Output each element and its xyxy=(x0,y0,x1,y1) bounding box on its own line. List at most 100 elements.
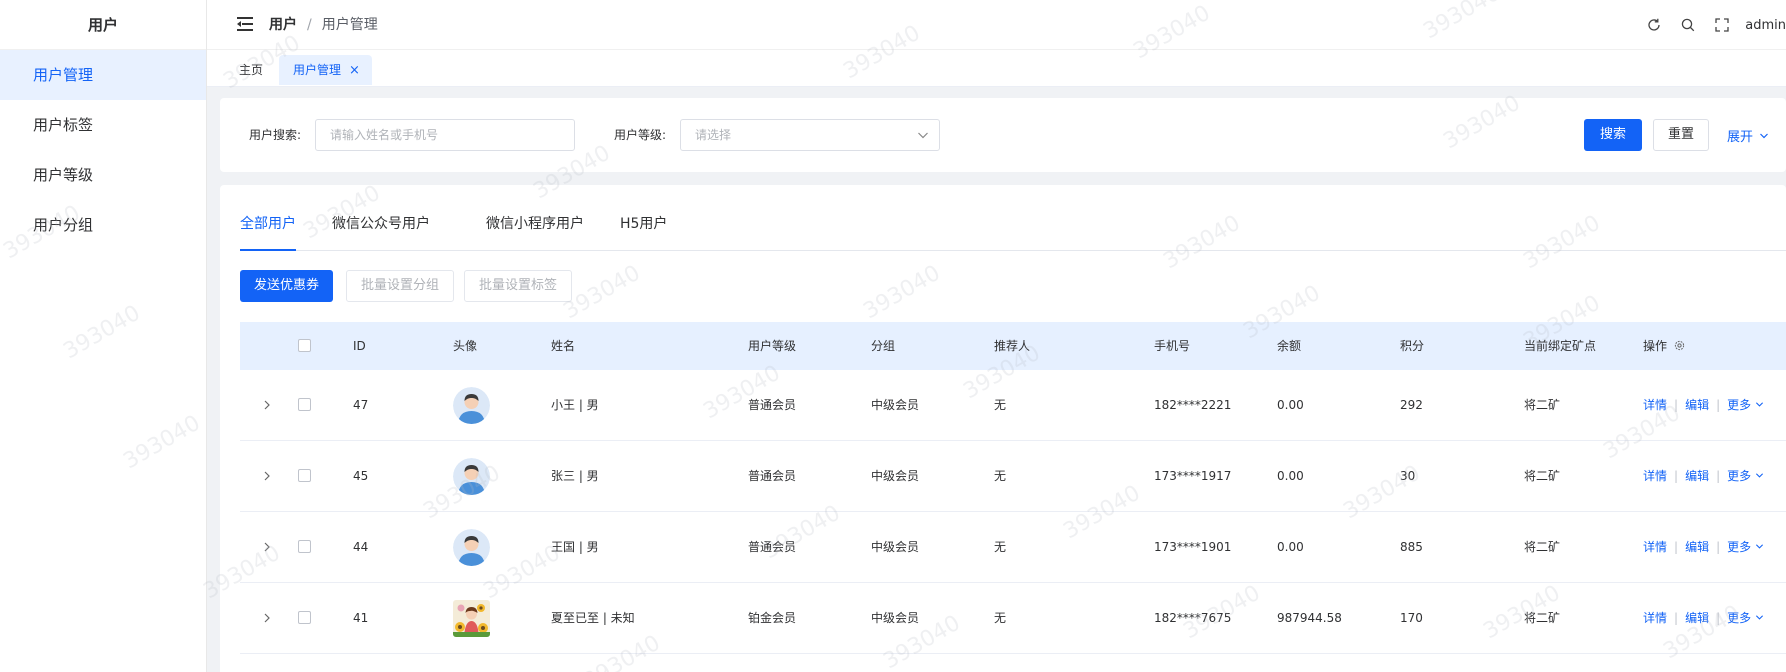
edit-link[interactable]: 编辑 xyxy=(1685,540,1709,554)
table-header: ID 头像 姓名 用户等级 分组 推荐人 手机号 余额 积分 当前绑定矿点 操作 xyxy=(240,322,1786,370)
user-search-input[interactable] xyxy=(315,119,575,151)
header: 用户 / 用户管理 admin xyxy=(207,0,1786,50)
row-actions: 详情 | 编辑 | 更多 xyxy=(1643,583,1764,654)
more-label: 更多 xyxy=(1727,540,1752,554)
expand-label: 展开 xyxy=(1727,130,1754,145)
cell-id: 47 xyxy=(353,398,369,412)
edit-link[interactable]: 编辑 xyxy=(1685,398,1709,412)
search-button[interactable]: 搜索 xyxy=(1584,119,1643,151)
table-row[interactable]: 47 小王 | 男 普通会员 中级会员 无 182****2221 0.00 2… xyxy=(240,370,1786,441)
refresh-icon[interactable] xyxy=(1643,14,1665,36)
table-row[interactable]: 44 王国 | 男 普通会员 中级会员 无 173****1901 0.00 8… xyxy=(240,512,1786,583)
cell-name: 王国 | 男 xyxy=(551,540,599,554)
sidebar-item-user-management[interactable]: 用户管理 xyxy=(0,50,206,100)
cell-balance: 0.00 xyxy=(1277,398,1304,412)
cell-balance: 987944.58 xyxy=(1277,611,1342,625)
edit-link[interactable]: 编辑 xyxy=(1685,611,1709,625)
avatar xyxy=(453,600,490,637)
cell-mine: 将二矿 xyxy=(1524,540,1561,554)
search-icon[interactable] xyxy=(1677,14,1699,36)
cell-points: 170 xyxy=(1400,611,1423,625)
row-checkbox[interactable] xyxy=(298,398,311,411)
sidebar-item-user-tags[interactable]: 用户标签 xyxy=(0,100,206,150)
cell-phone: 173****1901 xyxy=(1154,540,1232,554)
cell-phone: 182****2221 xyxy=(1154,398,1232,412)
chevron-right-icon[interactable] xyxy=(260,540,274,554)
user-type-tabs: 全部用户 微信公众号用户 微信小程序用户 H5用户 xyxy=(240,185,1786,251)
chevron-down-icon xyxy=(1755,473,1764,478)
more-label: 更多 xyxy=(1727,398,1752,412)
row-checkbox[interactable] xyxy=(298,469,311,482)
user-name[interactable]: admin xyxy=(1745,18,1786,33)
tag-label: 用户管理 xyxy=(293,63,342,77)
more-dropdown[interactable]: 更多 xyxy=(1727,398,1764,412)
more-dropdown[interactable]: 更多 xyxy=(1727,540,1764,554)
tab-wechat-official-users[interactable]: 微信公众号用户 xyxy=(332,185,430,251)
tab-active-indicator xyxy=(240,249,296,251)
avatar xyxy=(453,387,490,424)
more-label: 更多 xyxy=(1727,469,1752,483)
menu-collapse-icon[interactable] xyxy=(237,17,253,31)
column-avatar: 头像 xyxy=(453,339,478,353)
row-checkbox[interactable] xyxy=(298,540,311,553)
edit-link[interactable]: 编辑 xyxy=(1685,469,1709,483)
tag-home[interactable]: 主页 xyxy=(225,55,277,85)
close-icon[interactable]: × xyxy=(349,63,360,78)
tag-user-management[interactable]: 用户管理 × xyxy=(279,55,372,85)
row-actions: 详情 | 编辑 | 更多 xyxy=(1643,370,1764,441)
chevron-down-icon xyxy=(1755,544,1764,549)
chevron-right-icon[interactable] xyxy=(260,469,274,483)
column-ops-label: 操作 xyxy=(1643,339,1668,353)
cell-id: 45 xyxy=(353,469,369,483)
cell-balance: 0.00 xyxy=(1277,469,1304,483)
avatar xyxy=(453,458,490,495)
table-row[interactable]: 45 张三 | 男 普通会员 中级会员 无 173****1917 0.00 3… xyxy=(240,441,1786,512)
sidebar-item-user-groups[interactable]: 用户分组 xyxy=(0,200,206,250)
batch-set-group-button[interactable]: 批量设置分组 xyxy=(346,270,455,302)
cell-referrer: 无 xyxy=(994,540,1007,554)
tab-all-users[interactable]: 全部用户 xyxy=(240,185,296,251)
column-phone: 手机号 xyxy=(1154,339,1191,353)
table-row[interactable]: 41 夏至已至 | 未知 铂金会员 中级会员 无 182****7675 987… xyxy=(240,583,1786,654)
row-checkbox[interactable] xyxy=(298,611,311,624)
user-table: ID 头像 姓名 用户等级 分组 推荐人 手机号 余额 积分 当前绑定矿点 操作 xyxy=(240,322,1786,654)
column-ops: 操作 xyxy=(1643,322,1685,370)
breadcrumb-separator: / xyxy=(307,17,312,33)
sidebar-item-user-levels[interactable]: 用户等级 xyxy=(0,150,206,200)
detail-link[interactable]: 详情 xyxy=(1643,611,1667,625)
fullscreen-icon[interactable] xyxy=(1711,14,1733,36)
breadcrumb: 用户 / 用户管理 xyxy=(269,0,378,50)
cell-name: 张三 | 男 xyxy=(551,469,599,483)
user-table-card: 全部用户 微信公众号用户 微信小程序用户 H5用户 发送优惠券 批量设置分组 批… xyxy=(220,185,1786,672)
expand-toggle[interactable]: 展开 xyxy=(1727,126,1769,145)
more-dropdown[interactable]: 更多 xyxy=(1727,469,1764,483)
column-mine: 当前绑定矿点 xyxy=(1524,339,1597,353)
gear-icon[interactable] xyxy=(1674,340,1685,351)
detail-link[interactable]: 详情 xyxy=(1643,398,1667,412)
chevron-down-icon xyxy=(918,132,928,139)
more-dropdown[interactable]: 更多 xyxy=(1727,611,1764,625)
column-referrer: 推荐人 xyxy=(994,339,1031,353)
breadcrumb-root[interactable]: 用户 xyxy=(269,17,297,33)
detail-link[interactable]: 详情 xyxy=(1643,540,1667,554)
cell-level: 普通会员 xyxy=(748,540,797,554)
detail-link[interactable]: 详情 xyxy=(1643,469,1667,483)
chevron-right-icon[interactable] xyxy=(260,398,274,412)
cell-id: 41 xyxy=(353,611,369,625)
cell-level: 普通会员 xyxy=(748,469,797,483)
cell-balance: 0.00 xyxy=(1277,540,1304,554)
tab-wechat-miniprogram-users[interactable]: 微信小程序用户 xyxy=(486,185,584,251)
cell-mine: 将二矿 xyxy=(1524,611,1561,625)
cell-referrer: 无 xyxy=(994,469,1007,483)
cell-id: 44 xyxy=(353,540,369,554)
tab-h5-users[interactable]: H5用户 xyxy=(620,185,667,251)
reset-button[interactable]: 重置 xyxy=(1653,119,1710,151)
chevron-right-icon[interactable] xyxy=(260,611,274,625)
cell-group: 中级会员 xyxy=(871,540,920,554)
column-level: 用户等级 xyxy=(748,339,797,353)
send-coupon-button[interactable]: 发送优惠券 xyxy=(240,270,334,302)
cell-name: 夏至已至 | 未知 xyxy=(551,611,635,625)
select-all-checkbox[interactable] xyxy=(298,339,311,352)
batch-set-tag-button[interactable]: 批量设置标签 xyxy=(464,270,573,302)
user-level-select[interactable]: 请选择 xyxy=(680,119,940,151)
